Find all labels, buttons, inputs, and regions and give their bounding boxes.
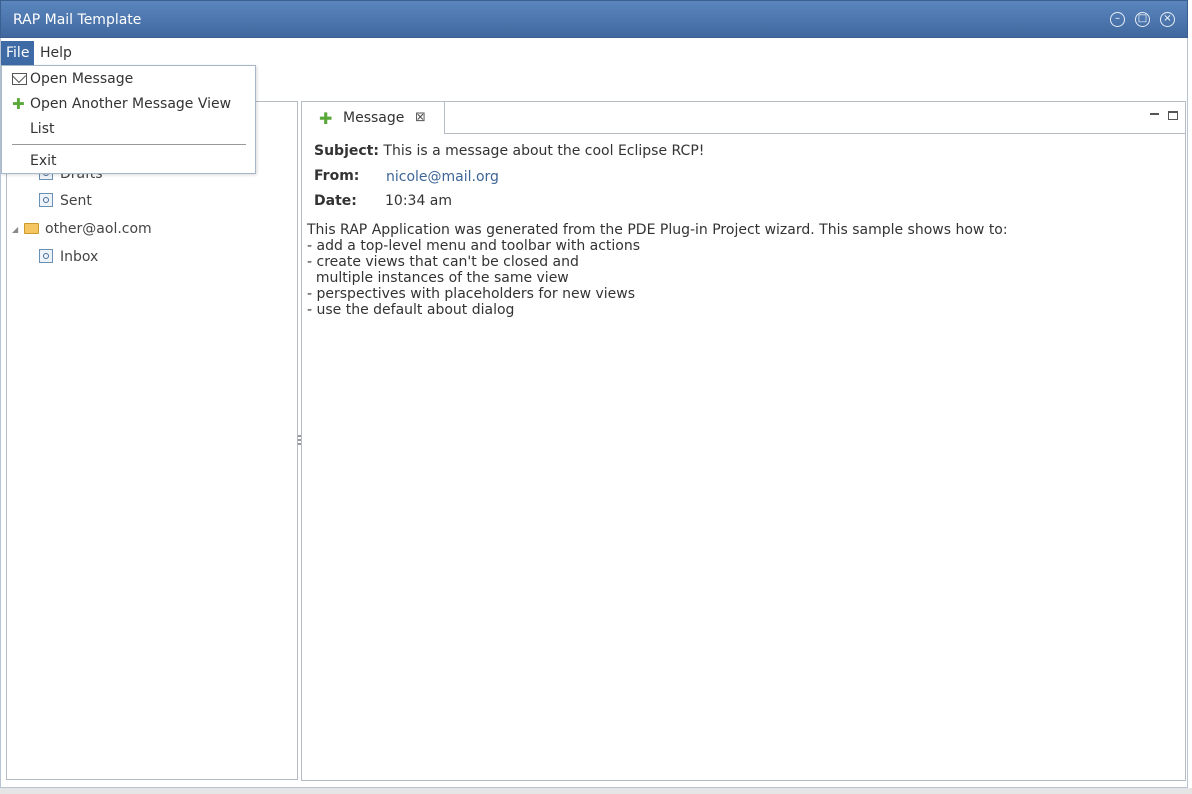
- message-body: This RAP Application was generated from …: [307, 222, 1008, 318]
- mailbox-icon: [39, 249, 53, 263]
- window-titlebar[interactable]: RAP Mail Template – □ ×: [0, 0, 1188, 38]
- tree-item-label: Inbox: [60, 249, 99, 265]
- view-maximize-icon[interactable]: [1168, 111, 1178, 120]
- menu-item-open-another-view[interactable]: ✚ Open Another Message View: [2, 92, 255, 116]
- subject-value: This is a message about the cool Eclipse…: [383, 143, 705, 159]
- from-row: From:: [314, 168, 359, 184]
- subject-row: Subject: This is a message about the coo…: [314, 143, 704, 159]
- menu-file[interactable]: File: [1, 41, 35, 65]
- view-minimize-icon[interactable]: [1150, 113, 1159, 115]
- folder-open-icon: [24, 223, 39, 234]
- tree-item-inbox[interactable]: Inbox: [39, 246, 98, 268]
- tab-underline: [444, 133, 1185, 134]
- tree-item-label: Sent: [60, 193, 92, 209]
- tree-item-label: other@aol.com: [45, 221, 152, 237]
- expanded-arrow-icon[interactable]: ◢: [12, 219, 20, 241]
- menubar: File Help: [0, 41, 200, 65]
- menu-item-open-message[interactable]: Open Message: [2, 67, 255, 91]
- close-icon[interactable]: ×: [1160, 12, 1175, 27]
- minimize-icon[interactable]: –: [1110, 12, 1125, 27]
- menu-item-exit[interactable]: Exit: [2, 149, 255, 173]
- plus-icon: ✚: [12, 95, 25, 113]
- close-tab-icon[interactable]: ⊠: [415, 110, 426, 125]
- date-value: 10:34 am: [385, 193, 453, 209]
- menu-item-list[interactable]: List: [2, 117, 255, 141]
- maximize-icon[interactable]: □: [1135, 12, 1150, 27]
- subject-label: Subject:: [314, 143, 379, 159]
- tree-item-account[interactable]: ◢ other@aol.com: [12, 218, 152, 240]
- plus-icon: ✚: [319, 109, 333, 128]
- menu-help[interactable]: Help: [35, 41, 77, 65]
- tree-item-sent[interactable]: Sent: [39, 190, 92, 212]
- mailbox-icon: [39, 193, 53, 207]
- window-title: RAP Mail Template: [13, 12, 142, 28]
- navigation-view: Drafts Sent ◢ other@aol.com Inbox: [6, 101, 298, 780]
- date-label: Date:: [314, 193, 357, 209]
- menu-separator: [12, 144, 246, 145]
- from-label: From:: [314, 168, 360, 184]
- window-bottom-edge: [0, 788, 1192, 794]
- tab-message[interactable]: ✚ Message ⊠: [302, 102, 445, 134]
- envelope-icon: [12, 73, 27, 85]
- from-link[interactable]: nicole@mail.org: [386, 169, 499, 185]
- date-row: Date:: [314, 193, 357, 209]
- file-menu-dropdown: Open Message ✚ Open Another Message View…: [1, 65, 256, 174]
- tab-label: Message: [343, 110, 405, 126]
